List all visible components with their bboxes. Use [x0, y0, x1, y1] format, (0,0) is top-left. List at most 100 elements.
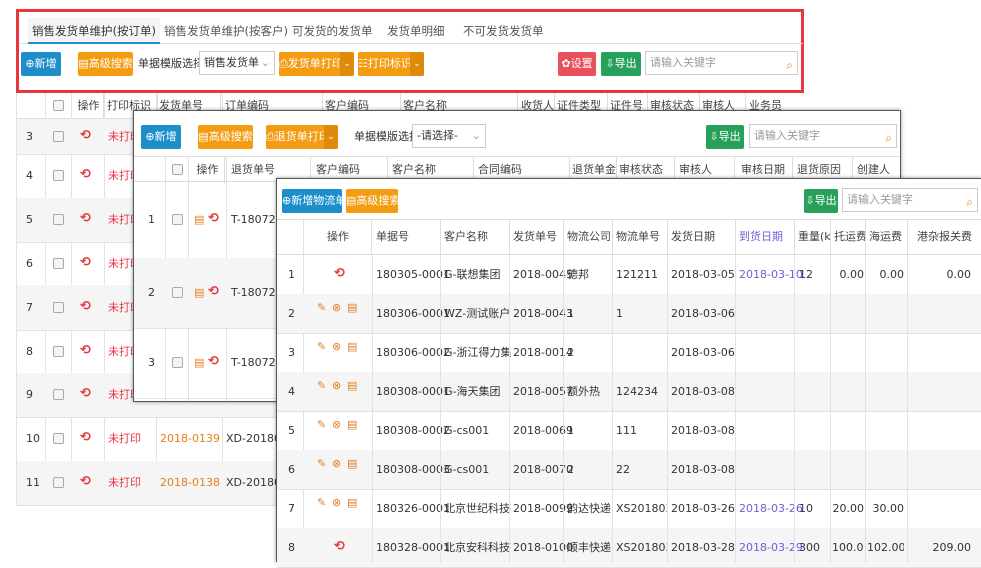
advanced-search-button[interactable]: ▤高级搜索 [78, 52, 133, 76]
print-mark-button[interactable]: ☷打印标识 ⌄ [358, 52, 424, 76]
row-checkbox[interactable] [172, 357, 183, 368]
row-checkbox[interactable] [53, 214, 64, 225]
undo-icon[interactable]: ⟲ [80, 255, 91, 270]
tab-by-order[interactable]: 销售发货单维护(按订单) [28, 18, 160, 44]
send-date: 2018-03-05 [671, 267, 735, 281]
undo-icon[interactable]: ⟲ [80, 211, 91, 226]
export-button[interactable]: ⇩导出 [601, 52, 641, 76]
logistics-col-sea-freight[interactable]: 海运费 [867, 220, 908, 254]
table-divider [907, 255, 908, 563]
tab-detail[interactable]: 发货单明细 [387, 18, 445, 44]
dropdown-icon[interactable]: ⌄ [340, 52, 354, 76]
return-advanced-search-button[interactable]: ▤高级搜索 [198, 125, 253, 149]
undo-icon[interactable]: ⟲ [334, 539, 345, 554]
logistics-col-weight[interactable]: 重量(kg) [796, 220, 831, 254]
undo-icon[interactable]: ⟲ [80, 386, 91, 401]
logistics-col-customer[interactable]: 客户名称 [442, 220, 510, 254]
undo-icon[interactable]: ⟲ [80, 343, 91, 358]
edit-icon[interactable]: ✎ [317, 379, 326, 393]
search-input[interactable]: 请输入关键字 ⌕ [645, 51, 798, 75]
settings-button[interactable]: ✿设置 [558, 52, 596, 76]
send-date: 2018-03-28 [671, 540, 735, 554]
tab-shippable[interactable]: 可发货的发货单 [292, 18, 373, 44]
print-doc-icon[interactable]: ▤ [194, 286, 204, 300]
doc-icon[interactable]: ▤ [347, 418, 357, 432]
cancel-icon[interactable]: ⊗ [332, 418, 341, 432]
undo-icon[interactable]: ⟲ [80, 167, 91, 182]
cancel-icon[interactable]: ⊗ [332, 496, 341, 510]
undo-icon[interactable]: ⟲ [80, 299, 91, 314]
row-checkbox[interactable] [53, 130, 64, 142]
tab-unshippable[interactable]: 不可发货发货单 [463, 18, 544, 44]
edit-icon[interactable]: ✎ [317, 301, 326, 315]
return-export-button[interactable]: ⇩导出 [706, 125, 744, 149]
logistics-col-company[interactable]: 物流公司 [565, 220, 613, 254]
undo-icon[interactable]: ⟲ [334, 266, 345, 281]
doc-icon[interactable]: ▤ [347, 379, 357, 393]
cancel-icon[interactable]: ⊗ [332, 340, 341, 354]
row-checkbox[interactable] [53, 301, 64, 313]
tracking-no: XS20180316( [616, 501, 668, 515]
undo-icon[interactable]: ⟲ [208, 354, 219, 369]
cancel-icon[interactable]: ⊗ [332, 301, 341, 315]
return-search-input[interactable]: 请输入关键字 ⌕ [749, 124, 897, 148]
return-print-button[interactable]: ⎙退货单打印 ⌄ [266, 125, 338, 149]
doc-icon[interactable]: ▤ [347, 340, 357, 354]
print-doc-icon[interactable]: ▤ [194, 356, 204, 370]
row-checkbox[interactable] [53, 389, 64, 400]
undo-icon[interactable]: ⟲ [80, 430, 91, 445]
dropdown-icon[interactable]: ⌄ [324, 125, 338, 149]
new-logistics-button[interactable]: ⊕新增物流单 [282, 189, 342, 213]
new-button[interactable]: ⊕新增 [21, 52, 61, 76]
print-doc-icon[interactable]: ▤ [194, 213, 204, 227]
logistics-col-arrive-date[interactable]: 到货日期 [737, 220, 795, 254]
logistics-export-button[interactable]: ⇩导出 [804, 189, 838, 213]
bill-link[interactable]: 2018-0138 [160, 476, 220, 490]
doc-icon[interactable]: ▤ [347, 496, 357, 510]
doc-icon[interactable]: ▤ [347, 457, 357, 471]
send-date: 2018-03-06 [671, 306, 735, 320]
undo-icon[interactable]: ⟲ [80, 474, 91, 489]
row-checkbox[interactable] [53, 170, 64, 181]
doc-icon[interactable]: ▤ [347, 301, 357, 315]
col-op: 操作 [74, 93, 104, 119]
select-all-checkbox[interactable] [53, 100, 64, 111]
customer-name: G-浙江得力集团 [444, 345, 511, 359]
logistics-col-track-no[interactable]: 物流单号 [614, 220, 668, 254]
row-checkbox[interactable] [53, 257, 64, 269]
undo-icon[interactable]: ⟲ [208, 211, 219, 226]
dropdown-icon[interactable]: ⌄ [410, 52, 424, 76]
edit-icon[interactable]: ✎ [317, 418, 326, 432]
customer-name: 北京世纪科技有限 [444, 501, 511, 515]
logistics-search-input[interactable]: 请输入关键字 ⌕ [842, 188, 978, 212]
bill-link[interactable]: 2018-0139 [160, 432, 220, 446]
logistics-no: 180328-0001 [376, 540, 450, 554]
cancel-icon[interactable]: ⊗ [332, 379, 341, 393]
undo-icon[interactable]: ⟲ [208, 284, 219, 299]
return-template-select[interactable]: -请选择- ⌄ [412, 124, 486, 148]
logistics-col-bill[interactable]: 发货单号 [511, 220, 564, 254]
row-checkbox[interactable] [172, 214, 183, 225]
logistics-col-freight[interactable]: 托运费 [832, 220, 866, 254]
row-checkbox[interactable] [53, 477, 64, 488]
logistics-col-no[interactable]: 单据号 [374, 220, 441, 254]
logistics-window: ⊕新增物流单 ▤高级搜索 ⇩导出 请输入关键字 ⌕ 操作 单据号 客户名称 发货单… [276, 178, 981, 568]
row-checkbox[interactable] [53, 345, 64, 357]
bill-print-button[interactable]: ⎙发货单打印 ⌄ [279, 52, 354, 76]
logistics-col-port-fee[interactable]: 港杂报关费 [909, 220, 981, 254]
template-select[interactable]: 销售发货单 ⌄ [199, 51, 275, 75]
undo-icon[interactable]: ⟲ [80, 128, 91, 143]
edit-icon[interactable]: ✎ [317, 340, 326, 354]
cancel-icon[interactable]: ⊗ [332, 457, 341, 471]
row-checkbox[interactable] [53, 433, 64, 444]
row-checkbox[interactable] [172, 287, 183, 298]
row-number: 3 [148, 356, 155, 369]
edit-icon[interactable]: ✎ [317, 457, 326, 471]
logistics-col-send-date[interactable]: 发货日期 [669, 220, 736, 254]
return-new-button[interactable]: ⊕新增 [141, 125, 181, 149]
edit-icon[interactable]: ✎ [317, 496, 326, 510]
tab-by-customer[interactable]: 销售发货单维护(按客户) [164, 18, 288, 44]
logistics-company: 德邦 [567, 267, 589, 281]
logistics-advanced-search-button[interactable]: ▤高级搜索 [346, 189, 398, 213]
return-select-all-checkbox[interactable] [172, 164, 183, 175]
